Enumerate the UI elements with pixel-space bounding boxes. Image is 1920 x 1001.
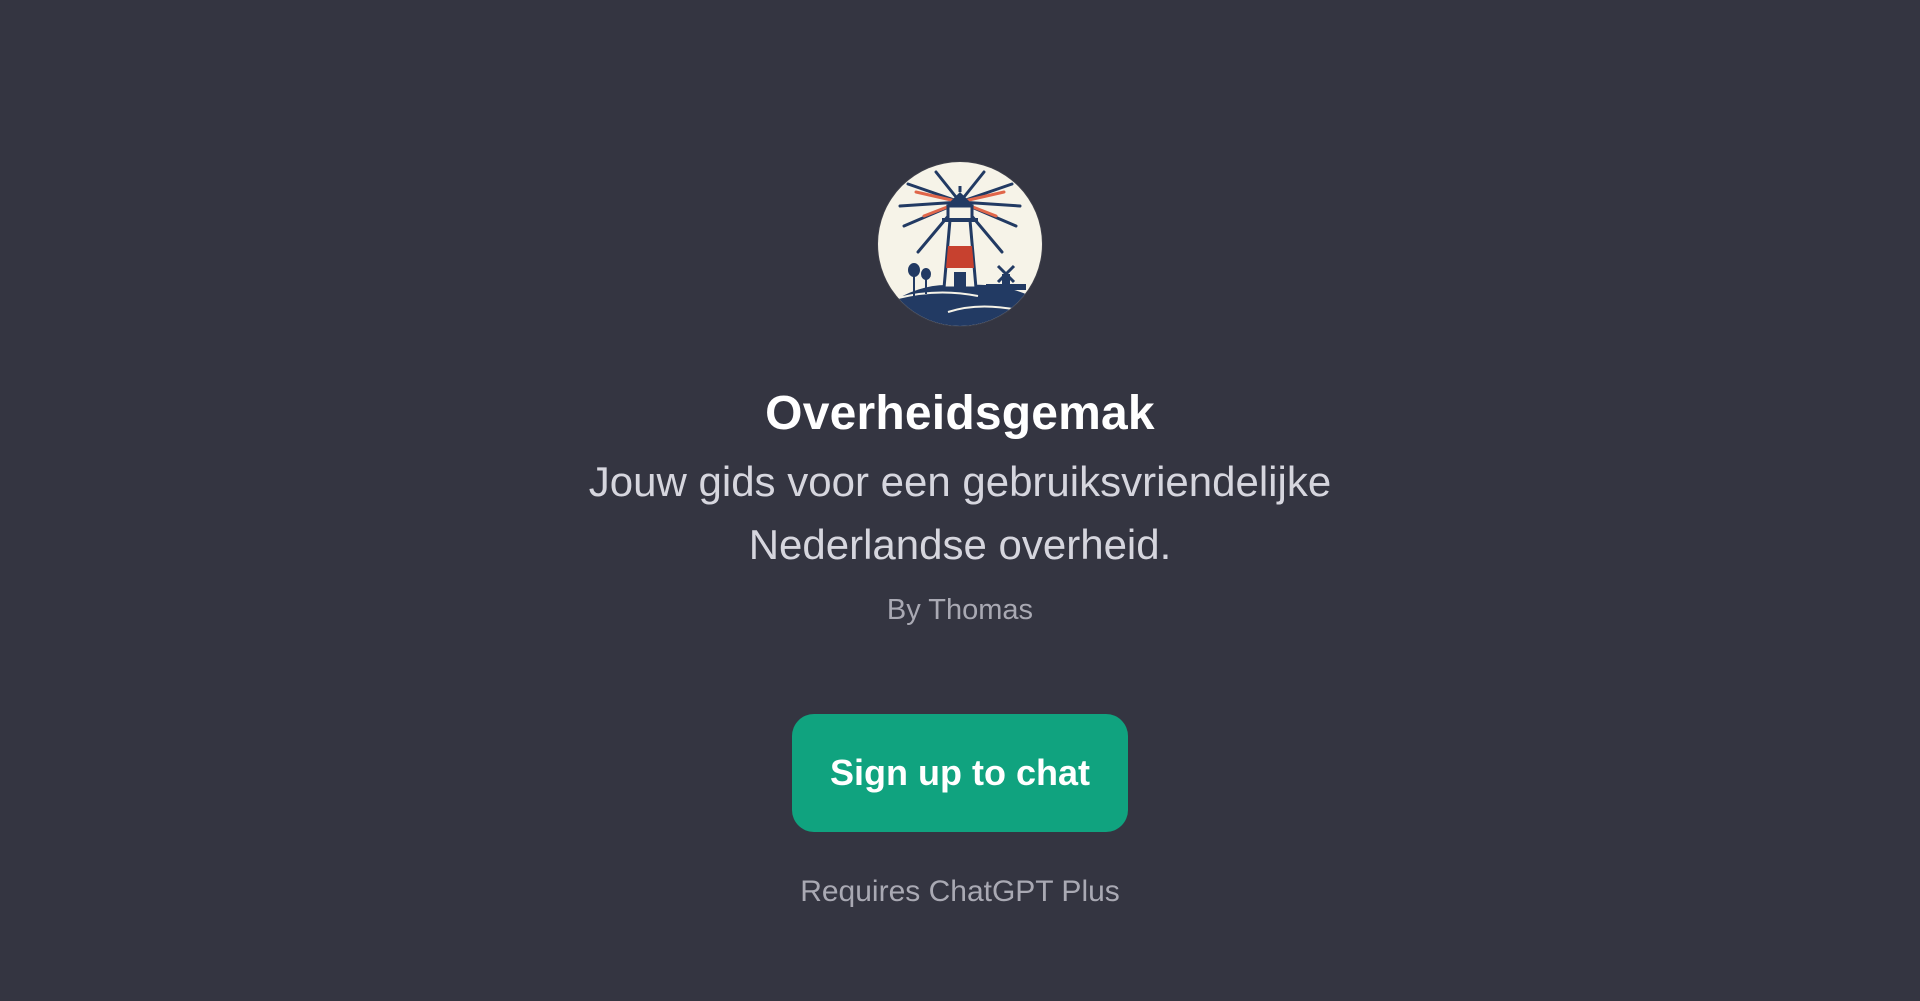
sign-up-to-chat-button[interactable]: Sign up to chat [792,714,1128,832]
gpt-title: Overheidsgemak [765,387,1155,440]
gpt-landing-page: Overheidsgemak Jouw gids voor een gebrui… [0,0,1920,1001]
gpt-author: By Thomas [886,594,1034,626]
plus-requirement-note: Requires ChatGPT Plus [800,875,1120,908]
gpt-avatar [878,162,1042,326]
gpt-description: Jouw gids voor een gebruiksvriendelijke … [588,458,1332,568]
lighthouse-logo-icon [878,170,1042,326]
